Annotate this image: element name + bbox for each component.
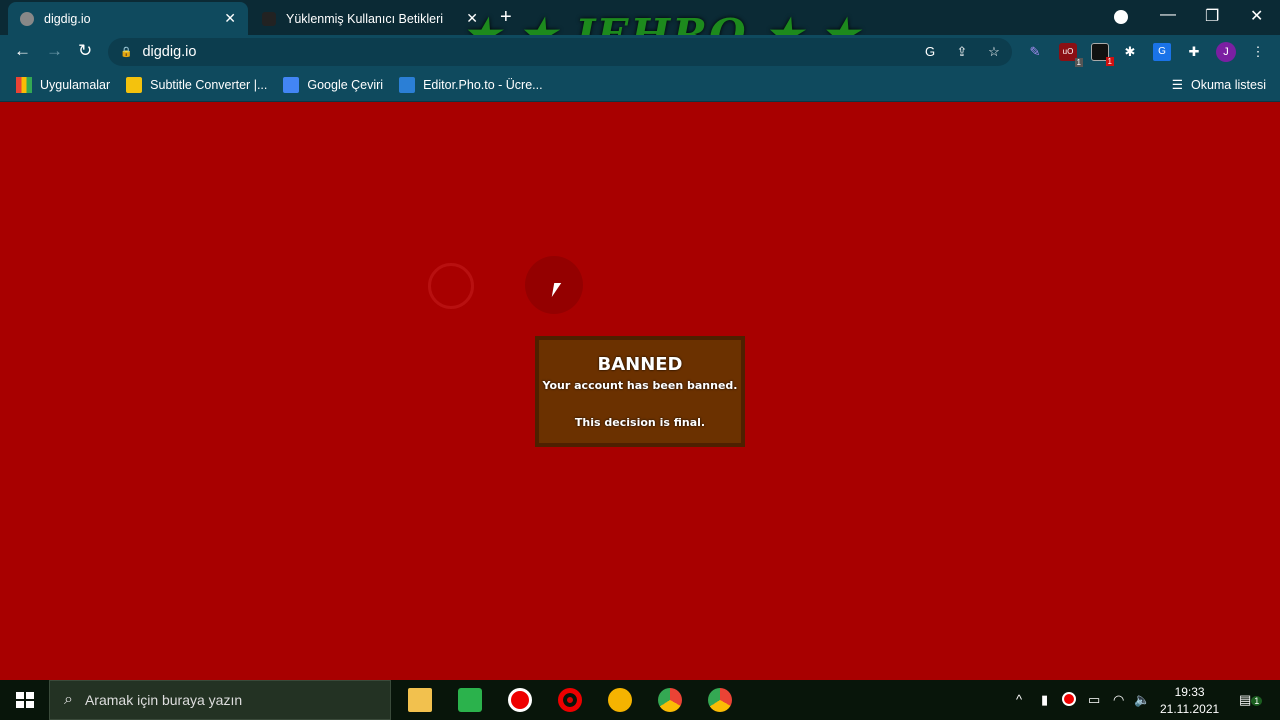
tab-userscripts[interactable]: Yüklenmiş Kullanıcı Betikleri ✕ bbox=[250, 2, 490, 35]
tab-title: Yüklenmiş Kullanıcı Betikleri bbox=[286, 11, 444, 26]
tab-search-icon[interactable] bbox=[1114, 10, 1128, 24]
reload-icon[interactable]: ↻ bbox=[78, 41, 92, 61]
opera-icon[interactable] bbox=[558, 688, 582, 712]
dialog-title: BANNED bbox=[597, 354, 683, 375]
ring-marker bbox=[428, 263, 474, 309]
lock-icon: 🔒 bbox=[120, 46, 133, 58]
file-explorer-icon[interactable] bbox=[408, 688, 432, 712]
tampermonkey-icon bbox=[262, 11, 276, 26]
close-tab-icon[interactable]: ✕ bbox=[224, 10, 236, 27]
search-icon: ⌕ bbox=[64, 691, 73, 708]
bookmark-apps[interactable]: Uygulamalar bbox=[16, 76, 111, 93]
tab-digdig[interactable]: digdig.io ✕ bbox=[8, 2, 248, 35]
minimize-button[interactable]: — bbox=[1160, 6, 1176, 24]
show-hidden-icons[interactable]: ^ bbox=[1016, 692, 1022, 707]
dialog-note: This decision is final. bbox=[574, 416, 706, 429]
url-text: digdig.io bbox=[142, 44, 197, 60]
bookmark-subtitle-converter[interactable]: Subtitle Converter |... bbox=[126, 76, 268, 93]
subtitle-icon bbox=[126, 76, 143, 93]
battery-icon[interactable]: ▭ bbox=[1088, 692, 1100, 708]
star-icon[interactable]: ☆ bbox=[985, 43, 1003, 61]
bookmark-label: Google Çeviri bbox=[307, 77, 384, 92]
chrome-profile-icon[interactable] bbox=[708, 688, 732, 712]
tab-bar: digdig.io ✕ Yüklenmiş Kullanıcı Betikler… bbox=[0, 0, 1280, 56]
taskbar-search-input[interactable]: ⌕ Aramak için buraya yazın bbox=[49, 680, 391, 720]
recording-icon[interactable] bbox=[1062, 692, 1076, 706]
clock-time: 19:33 bbox=[1174, 685, 1205, 699]
chrome-icon[interactable] bbox=[658, 688, 682, 712]
puzzle-icon[interactable]: ✚ bbox=[1185, 43, 1203, 61]
bookmark-google-ceviri[interactable]: Google Çeviri bbox=[283, 76, 384, 93]
dialog-message: Your account has been banned. bbox=[542, 379, 738, 392]
menu-icon[interactable]: ⋮ bbox=[1249, 43, 1267, 61]
volume-icon[interactable]: 🔈 bbox=[1134, 692, 1150, 708]
google-translate-icon bbox=[283, 76, 300, 93]
windows-start-icon[interactable] bbox=[16, 692, 34, 708]
ublock-icon[interactable]: uO 1 bbox=[1059, 43, 1083, 67]
wifi-icon[interactable]: ◠ bbox=[1113, 692, 1124, 708]
clock-date: 21.11.2021 bbox=[1160, 702, 1220, 716]
bookmarks-bar: Uygulamalar Subtitle Converter |... Goog… bbox=[0, 68, 1280, 102]
windows-taskbar: ⌕ Aramak için buraya yazın ^ ▮ ▭ ◠ 🔈 19:… bbox=[0, 680, 1280, 720]
microphone-icon[interactable]: ▮ bbox=[1041, 692, 1048, 708]
camtasia-icon[interactable] bbox=[458, 688, 482, 712]
search-placeholder: Aramak için buraya yazın bbox=[84, 692, 243, 708]
reading-list-icon: ☰ bbox=[1171, 78, 1183, 92]
recorder-icon[interactable] bbox=[508, 688, 532, 712]
share-icon[interactable]: ⇪ bbox=[953, 43, 971, 61]
address-bar[interactable]: 🔒 digdig.io bbox=[108, 38, 1012, 66]
browser-toolbar: ← → ↻ 🔒 digdig.io G ⇪ ☆ ✎ uO 1 1 ✱ G ✚ J … bbox=[0, 35, 1280, 68]
reading-list-button[interactable]: ☰ Okuma listesi bbox=[1171, 77, 1266, 93]
google-translate-icon[interactable]: G bbox=[1153, 43, 1171, 61]
bookmark-label: Uygulamalar bbox=[40, 77, 111, 92]
back-icon[interactable]: ← bbox=[14, 41, 31, 61]
bookmark-editor-photo[interactable]: Editor.Pho.to - Ücre... bbox=[399, 76, 543, 93]
restore-button[interactable]: ❐ bbox=[1205, 6, 1219, 26]
banned-dialog: BANNED Your account has been banned. Thi… bbox=[535, 336, 745, 447]
spider-icon[interactable]: ✱ bbox=[1121, 43, 1139, 61]
apps-grid-icon bbox=[16, 76, 32, 93]
feather-icon[interactable]: ✎ bbox=[1026, 43, 1044, 61]
photo-icon bbox=[399, 76, 416, 93]
reading-list-label: Okuma listesi bbox=[1190, 77, 1266, 92]
globe-icon bbox=[20, 11, 34, 26]
profile-avatar[interactable]: J bbox=[1216, 42, 1236, 62]
system-clock[interactable]: 19:33 21.11.2021 bbox=[1160, 684, 1219, 718]
notification-count: 1 bbox=[1251, 696, 1263, 706]
translate-icon[interactable]: G bbox=[921, 43, 939, 61]
close-window-button[interactable]: ✕ bbox=[1250, 6, 1263, 26]
yellow-app-icon[interactable] bbox=[608, 688, 632, 712]
bookmark-label: Editor.Pho.to - Ücre... bbox=[423, 77, 543, 92]
notification-center-icon[interactable]: ▤ 1 bbox=[1239, 692, 1263, 708]
tab-title: digdig.io bbox=[44, 11, 91, 26]
bookmark-label: Subtitle Converter |... bbox=[150, 77, 268, 92]
screen-capture-icon[interactable]: 1 bbox=[1091, 43, 1114, 66]
forward-icon[interactable]: → bbox=[46, 41, 63, 61]
